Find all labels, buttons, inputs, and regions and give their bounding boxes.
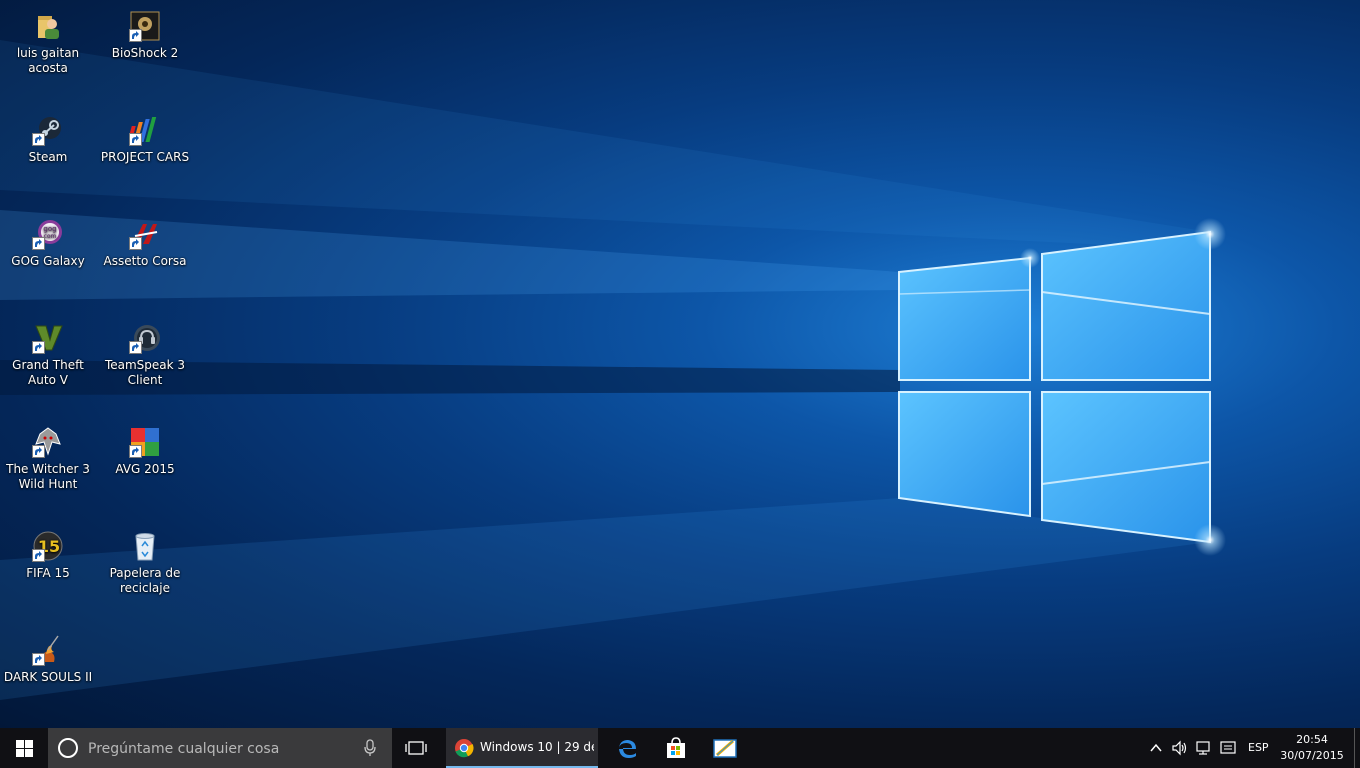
cortana-icon — [58, 738, 78, 758]
desktop-icon-steam[interactable]: Steam — [0, 108, 96, 204]
project-cars-icon — [129, 114, 161, 146]
desktop-icon-label: TeamSpeak 3 Client — [104, 358, 186, 387]
volume-icon[interactable] — [1172, 740, 1188, 756]
start-button[interactable] — [0, 728, 48, 768]
shortcut-arrow-icon — [129, 133, 142, 146]
desktop-icon-label: GOG Galaxy — [11, 254, 85, 268]
input-language-indicator[interactable]: ESP — [1248, 741, 1269, 754]
task-view-button[interactable] — [398, 728, 434, 768]
action-center-icon[interactable] — [1220, 740, 1236, 756]
taskbar-app-chrome[interactable]: Windows 10 | 29 de... — [446, 728, 598, 768]
desktop-icon-project-cars[interactable]: PROJECT CARS — [97, 108, 193, 204]
shortcut-arrow-icon — [32, 549, 45, 562]
desktop-icon-bioshock-2[interactable]: BioShock 2 — [97, 4, 193, 100]
shortcut-arrow-icon — [32, 237, 45, 250]
gog-galaxy-icon: gog com — [32, 218, 64, 250]
search-input[interactable] — [86, 736, 360, 762]
chevron-up-icon[interactable] — [1148, 740, 1164, 756]
edge-icon — [619, 740, 636, 758]
desktop-icon-label: Papelera de reciclaje — [109, 566, 181, 595]
taskbar-app-edge[interactable] — [608, 728, 648, 768]
desktop-icon-label: PROJECT CARS — [100, 150, 190, 164]
clock[interactable]: 20:54 30/07/2015 — [1280, 732, 1344, 764]
store-icon — [667, 737, 685, 758]
desktop-icon-recycle-bin[interactable]: Papelera de reciclaje — [97, 524, 193, 620]
witcher-icon — [32, 426, 64, 458]
steam-icon — [32, 114, 64, 146]
clock-date: 30/07/2015 — [1280, 749, 1344, 762]
assetto-corsa-icon — [129, 218, 161, 250]
desktop-icon-fifa[interactable]: 15 FIFA 15 — [0, 524, 96, 620]
taskbar: Windows 10 | 29 de... — [0, 728, 1360, 768]
task-view-icon — [405, 741, 427, 755]
clock-time: 20:54 — [1296, 733, 1328, 746]
show-desktop-button[interactable] — [1354, 728, 1360, 768]
microphone-icon[interactable] — [363, 739, 377, 757]
desktop-icon-assetto-corsa[interactable]: Assetto Corsa — [97, 212, 193, 308]
shortcut-arrow-icon — [32, 133, 45, 146]
desktop-icon-teamspeak[interactable]: TeamSpeak 3 Client — [97, 316, 193, 412]
desktop-icon-gta-v[interactable]: Grand Theft Auto V — [0, 316, 96, 412]
desktop-icon-label: Grand Theft Auto V — [12, 358, 84, 387]
desktop-icon-avg[interactable]: AVG 2015 — [97, 420, 193, 516]
desktop-icon-label: BioShock 2 — [111, 46, 179, 60]
desktop[interactable]: luis gaitan acosta Steam gog com GOG Gala… — [0, 0, 1360, 728]
svg-text:com: com — [44, 233, 57, 240]
recycle-bin-icon — [129, 530, 161, 562]
cortana-search-box[interactable] — [48, 728, 392, 768]
bioshock-icon — [129, 10, 161, 42]
taskbar-app-pinned[interactable] — [704, 728, 746, 768]
shortcut-arrow-icon — [129, 29, 142, 42]
shortcut-arrow-icon — [32, 445, 45, 458]
svg-text:gog: gog — [43, 225, 56, 233]
avg-icon — [129, 426, 161, 458]
desktop-icon-label: Assetto Corsa — [103, 254, 187, 268]
shortcut-arrow-icon — [32, 341, 45, 354]
taskbar-app-title: Windows 10 | 29 de... — [480, 740, 594, 754]
taskbar-app-store[interactable] — [656, 728, 696, 768]
desktop-icon-label: FIFA 15 — [26, 566, 70, 580]
desktop-icon-label: The Witcher 3 Wild Hunt — [6, 462, 90, 491]
user-folder-icon — [32, 10, 64, 42]
network-icon[interactable] — [1196, 740, 1212, 756]
desktop-icon-label: DARK SOULS II — [3, 670, 93, 684]
desktop-icon-label: Steam — [28, 150, 68, 164]
desktop-icon-witcher[interactable]: The Witcher 3 Wild Hunt — [0, 420, 96, 516]
teamspeak-icon — [129, 322, 161, 354]
desktop-icon-gog-galaxy[interactable]: gog com GOG Galaxy — [0, 212, 96, 308]
wallpaper-windows-logo — [0, 40, 1226, 700]
fifa-icon: 15 — [32, 530, 64, 562]
desktop-icon-label: AVG 2015 — [115, 462, 175, 476]
shortcut-arrow-icon — [129, 237, 142, 250]
shortcut-arrow-icon — [32, 653, 45, 666]
chrome-icon — [455, 739, 474, 758]
dark-souls-icon — [32, 634, 64, 666]
desktop-icon-dark-souls[interactable]: DARK SOULS II — [0, 628, 96, 724]
shortcut-arrow-icon — [129, 445, 142, 458]
shortcut-arrow-icon — [129, 341, 142, 354]
gta-v-icon — [32, 322, 64, 354]
desktop-icon-user-folder[interactable]: luis gaitan acosta — [0, 4, 96, 100]
windows-logo-icon — [15, 739, 33, 757]
snipping-tool-icon — [713, 739, 737, 758]
desktop-icon-label: luis gaitan acosta — [16, 46, 80, 75]
